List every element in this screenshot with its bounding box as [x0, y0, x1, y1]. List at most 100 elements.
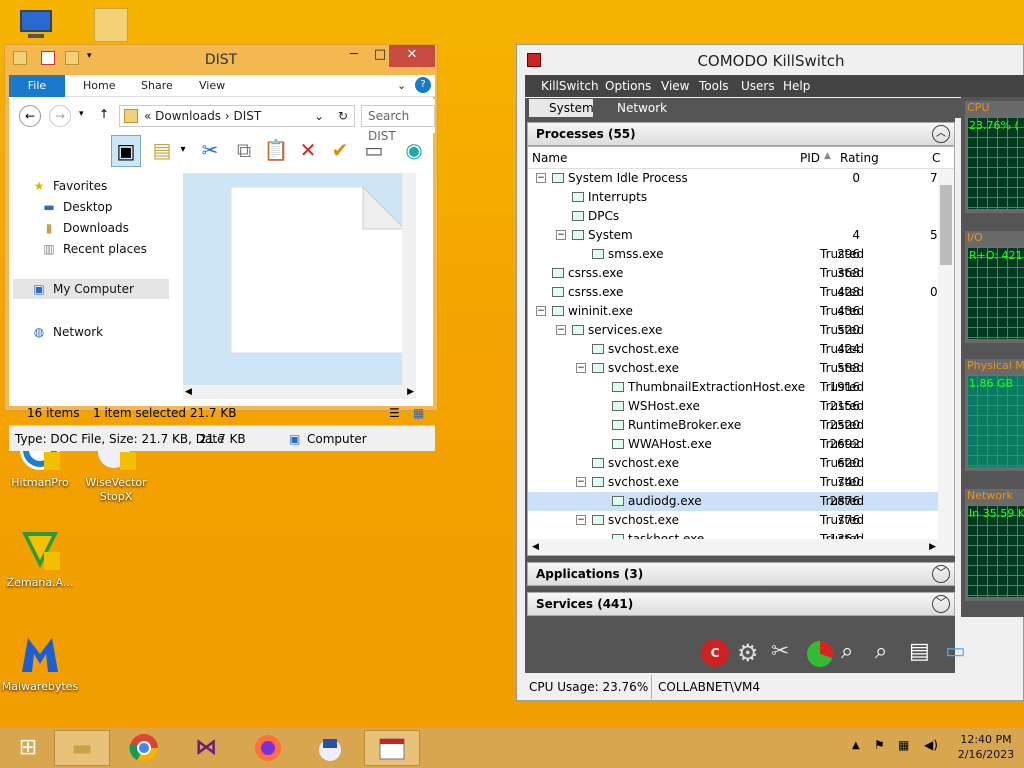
- chevron-down-icon[interactable]: ⌄: [314, 106, 324, 126]
- expand-toggle[interactable]: −: [556, 230, 566, 240]
- tab-network[interactable]: Network: [597, 99, 671, 117]
- table-row[interactable]: csrss.exe 428 Trusted 0: [528, 283, 940, 302]
- flag-icon[interactable]: ⚑: [874, 738, 885, 752]
- nav-downloads[interactable]: ▮ Downloads: [41, 221, 129, 235]
- explorer-titlebar[interactable]: ▾ DIST ─ □ ✕: [5, 45, 437, 75]
- search-icon[interactable]: ⌕: [841, 639, 853, 664]
- vertical-scrollbar[interactable]: [402, 173, 416, 385]
- expand-toggle[interactable]: −: [556, 325, 566, 335]
- clock[interactable]: 12:40 PM 2/16/2023: [954, 732, 1018, 762]
- menu-killswitch[interactable]: KillSwitch: [541, 79, 599, 93]
- nav-network[interactable]: ◍ Network: [31, 325, 103, 339]
- up-button[interactable]: ↑: [99, 107, 109, 121]
- show-hidden-icons[interactable]: ▲: [852, 740, 860, 751]
- killswitch-taskbar-button[interactable]: [364, 730, 420, 766]
- table-row[interactable]: DPCs: [528, 207, 940, 226]
- tools-icon[interactable]: ✂: [771, 639, 789, 664]
- firefox-taskbar-button[interactable]: [240, 730, 296, 766]
- tab-share[interactable]: Share: [141, 79, 173, 92]
- refresh-icon[interactable]: ↻: [338, 106, 348, 126]
- chevron-down-icon[interactable]: ⌄: [397, 79, 406, 92]
- document-file-icon[interactable]: [223, 183, 413, 353]
- chevron-down-icon[interactable]: ﹀: [932, 565, 950, 583]
- nav-desktop[interactable]: ▬ Desktop: [41, 200, 112, 214]
- preview-pane-icon[interactable]: ▣: [111, 135, 141, 167]
- column-extra[interactable]: C: [932, 151, 940, 165]
- table-row[interactable]: smss.exe 296 Trusted: [528, 245, 940, 264]
- forward-button[interactable]: →: [49, 105, 71, 127]
- table-row[interactable]: RuntimeBroker.exe 2520 Trusted: [528, 416, 940, 435]
- table-row[interactable]: − svchost.exe 776 Trusted: [528, 511, 940, 530]
- close-button[interactable]: ✕: [389, 45, 435, 67]
- menu-options[interactable]: Options: [605, 79, 651, 93]
- table-row[interactable]: WWAHost.exe 2692 Trusted: [528, 435, 940, 454]
- network-tray-icon[interactable]: ▦: [898, 738, 909, 752]
- expand-toggle[interactable]: −: [576, 477, 586, 487]
- horizontal-scrollbar[interactable]: ◀ ▶: [183, 385, 416, 399]
- column-name[interactable]: Name: [532, 151, 567, 165]
- address-input[interactable]: « Downloads › DIST ⌄ ↻: [119, 105, 355, 127]
- delete-icon[interactable]: ✕: [295, 135, 321, 167]
- column-rating[interactable]: Rating: [840, 151, 879, 165]
- chevron-down-icon[interactable]: ▾: [79, 109, 84, 119]
- cut-icon[interactable]: ✂: [197, 135, 223, 167]
- vertical-scrollbar[interactable]: [938, 169, 954, 541]
- table-row[interactable]: Interrupts: [528, 188, 940, 207]
- table-row[interactable]: WSHost.exe 2156 Trusted: [528, 397, 940, 416]
- wisevector-taskbar-button[interactable]: [302, 730, 358, 766]
- start-button[interactable]: ⊞: [0, 730, 56, 766]
- expand-toggle[interactable]: −: [536, 173, 546, 183]
- process-grid[interactable]: Name PID ▲ Rating C − System Idle Process…: [527, 146, 955, 556]
- pie-chart-icon[interactable]: [807, 641, 833, 667]
- back-button[interactable]: ←: [19, 105, 41, 127]
- expand-toggle[interactable]: −: [536, 306, 546, 316]
- menu-users[interactable]: Users: [741, 79, 775, 93]
- tab-file[interactable]: File: [9, 75, 65, 97]
- section-services[interactable]: Services (441) ﹀: [527, 592, 955, 616]
- windows-icon[interactable]: ▤: [909, 639, 930, 664]
- table-row[interactable]: taskhost.exe 1364 Trusted: [528, 530, 940, 539]
- chevron-down-icon[interactable]: ▾: [177, 135, 189, 167]
- table-row[interactable]: svchost.exe 620 Trusted: [528, 454, 940, 473]
- nav-favorites[interactable]: ★ Favorites: [31, 179, 108, 193]
- paste-icon[interactable]: 📋: [263, 135, 289, 167]
- menu-tools[interactable]: Tools: [699, 79, 729, 93]
- volume-icon[interactable]: ◀): [924, 738, 938, 752]
- tiles-view-icon[interactable]: ▦: [413, 401, 424, 425]
- help-icon[interactable]: ?: [415, 77, 431, 93]
- search-input[interactable]: Search DIST: [361, 105, 435, 143]
- menu-view[interactable]: View: [661, 79, 689, 93]
- zemana-shortcut[interactable]: Zemana.A...: [0, 528, 80, 590]
- computer-icon[interactable]: [14, 6, 58, 42]
- menu-help[interactable]: Help: [783, 79, 810, 93]
- column-pid[interactable]: PID: [800, 151, 820, 165]
- expand-toggle[interactable]: −: [576, 363, 586, 373]
- table-row[interactable]: −System Idle Process076: [528, 169, 940, 188]
- table-row[interactable]: svchost.exe 424 Trusted: [528, 340, 940, 359]
- copy-icon[interactable]: ⧉: [231, 135, 257, 167]
- tab-home[interactable]: Home: [83, 79, 115, 92]
- settings-gear-icon[interactable]: ⚙: [737, 639, 759, 667]
- section-applications[interactable]: Applications (3) ﹀: [527, 562, 955, 586]
- monitor-icon[interactable]: ▭: [945, 639, 966, 664]
- chrome-taskbar-button[interactable]: [116, 730, 172, 766]
- chevron-down-icon[interactable]: ﹀: [932, 595, 950, 613]
- expand-toggle[interactable]: −: [576, 515, 586, 525]
- table-row[interactable]: − System 4 5: [528, 226, 940, 245]
- section-processes[interactable]: Processes (55) ︿: [527, 122, 955, 146]
- shell-icon[interactable]: ◉: [399, 135, 429, 167]
- folder-icon[interactable]: [94, 8, 128, 42]
- minimize-button[interactable]: ─: [341, 45, 367, 67]
- comodo-icon[interactable]: C: [701, 639, 729, 667]
- rename-icon[interactable]: ▭: [361, 135, 387, 167]
- file-list[interactable]: [183, 173, 416, 385]
- chevron-up-icon[interactable]: ︿: [932, 125, 950, 143]
- check-icon[interactable]: ✔: [327, 135, 353, 167]
- folder-options-icon[interactable]: ▤: [149, 135, 175, 167]
- tab-system[interactable]: System: [529, 99, 594, 117]
- visual-studio-taskbar-button[interactable]: ⋈: [178, 730, 234, 766]
- table-row[interactable]: − wininit.exe 436 Trusted: [528, 302, 940, 321]
- nav-my-computer[interactable]: ▣ My Computer: [13, 279, 169, 299]
- killswitch-window[interactable]: COMODO KillSwitch KillSwitch Options Vie…: [516, 44, 1024, 701]
- table-row[interactable]: − svchost.exe 740 Trusted: [528, 473, 940, 492]
